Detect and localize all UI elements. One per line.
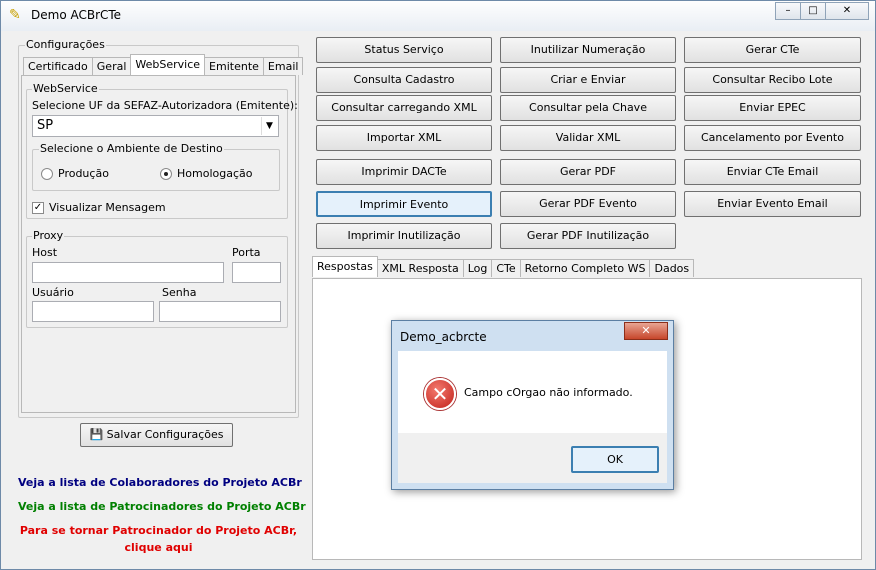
- uf-select-value: SP: [37, 118, 54, 133]
- visualizar-checkbox[interactable]: ✓: [32, 202, 44, 214]
- close-button[interactable]: ✕: [825, 2, 869, 20]
- action-button-col3-2[interactable]: Enviar EPEC: [684, 95, 861, 121]
- proxy-group-title: Proxy: [32, 229, 65, 242]
- tornar-patrocinador-link-1[interactable]: Para se tornar Patrocinador do Projeto A…: [18, 524, 299, 537]
- ambiente-group-title: Selecione o Ambiente de Destino: [39, 142, 224, 155]
- title-bar[interactable]: ✎ Demo ACBrCTe – □ ✕: [1, 1, 875, 31]
- save-config-button[interactable]: 💾 Salvar Configurações: [80, 423, 233, 447]
- config-group-title: Configurações: [25, 38, 106, 51]
- config-tabs: Certificado Geral WebService Emitente Em…: [23, 54, 304, 75]
- tab-email[interactable]: Email: [262, 57, 304, 75]
- usuario-input[interactable]: [32, 301, 154, 322]
- colaboradores-link[interactable]: Veja a lista de Colaboradores do Projeto…: [18, 476, 302, 489]
- result-tab-1[interactable]: XML Resposta: [376, 259, 464, 277]
- action-button-col1-1[interactable]: Consulta Cadastro: [316, 67, 492, 93]
- homologacao-label[interactable]: Homologação: [177, 167, 252, 180]
- action-button-col3-1[interactable]: Consultar Recibo Lote: [684, 67, 861, 93]
- chevron-down-icon[interactable]: ▼: [261, 117, 277, 135]
- action-button-col2-4[interactable]: Gerar PDF: [500, 159, 676, 185]
- action-button-col3-5[interactable]: Enviar Evento Email: [684, 191, 861, 217]
- result-tabs: Respostas XML Resposta Log CTe Retorno Compl…: [312, 256, 695, 277]
- senha-label: Senha: [162, 286, 197, 299]
- dialog-title: Demo_acbrcte: [400, 330, 487, 344]
- action-button-col1-2[interactable]: Consultar carregando XML: [316, 95, 492, 121]
- homologacao-radio[interactable]: [160, 168, 172, 180]
- save-config-label: Salvar Configurações: [106, 428, 224, 441]
- result-tab-0[interactable]: Respostas: [312, 256, 378, 277]
- action-button-col1-4[interactable]: Imprimir DACTe: [316, 159, 492, 185]
- senha-input[interactable]: [159, 301, 281, 322]
- producao-label[interactable]: Produção: [58, 167, 109, 180]
- action-button-col1-0[interactable]: Status Serviço: [316, 37, 492, 63]
- producao-radio[interactable]: [41, 168, 53, 180]
- action-button-col1-3[interactable]: Importar XML: [316, 125, 492, 151]
- window-title: Demo ACBrCTe: [31, 8, 122, 22]
- error-icon: ✕: [424, 378, 456, 410]
- usuario-label: Usuário: [32, 286, 74, 299]
- dialog-footer: OK: [398, 433, 667, 483]
- patrocinadores-link[interactable]: Veja a lista de Patrocinadores do Projet…: [18, 500, 306, 513]
- result-tab-5[interactable]: Dados: [649, 259, 695, 277]
- action-button-col3-0[interactable]: Gerar CTe: [684, 37, 861, 63]
- app-icon: ✎: [9, 7, 21, 23]
- action-button-col2-3[interactable]: Validar XML: [500, 125, 676, 151]
- floppy-icon: 💾: [89, 428, 104, 441]
- ok-button[interactable]: OK: [571, 446, 659, 473]
- action-button-col2-5[interactable]: Gerar PDF Evento: [500, 191, 676, 217]
- action-button-col1-5[interactable]: Imprimir Evento: [316, 191, 492, 217]
- host-label: Host: [32, 246, 58, 259]
- result-tab-4[interactable]: Retorno Completo WS: [519, 259, 651, 277]
- minimize-button[interactable]: –: [775, 2, 801, 20]
- maximize-button[interactable]: □: [800, 2, 826, 20]
- error-dialog: Demo_acbrcte ✕ ✕ Campo cOrgao não inform…: [391, 320, 674, 490]
- dialog-body: ✕ Campo cOrgao não informado.: [398, 351, 667, 433]
- result-tab-3[interactable]: CTe: [491, 259, 521, 277]
- porta-input[interactable]: [232, 262, 281, 283]
- action-button-col2-0[interactable]: Inutilizar Numeração: [500, 37, 676, 63]
- action-button-col2-1[interactable]: Criar e Enviar: [500, 67, 676, 93]
- webservice-group-title: WebService: [32, 82, 99, 95]
- tab-certificado[interactable]: Certificado: [23, 57, 93, 75]
- action-button-col1-6[interactable]: Imprimir Inutilização: [316, 223, 492, 249]
- host-input[interactable]: [32, 262, 224, 283]
- tornar-patrocinador-link-2[interactable]: clique aqui: [18, 541, 299, 554]
- tab-emitente[interactable]: Emitente: [204, 57, 264, 75]
- porta-label: Porta: [232, 246, 261, 259]
- action-button-col3-4[interactable]: Enviar CTe Email: [684, 159, 861, 185]
- action-button-col3-3[interactable]: Cancelamento por Evento: [684, 125, 861, 151]
- uf-label: Selecione UF da SEFAZ-Autorizadora (Emit…: [32, 99, 298, 112]
- visualizar-label[interactable]: Visualizar Mensagem: [49, 201, 166, 214]
- action-button-col2-2[interactable]: Consultar pela Chave: [500, 95, 676, 121]
- uf-select[interactable]: SP ▼: [32, 115, 279, 137]
- result-tab-2[interactable]: Log: [462, 259, 493, 277]
- dialog-message: Campo cOrgao não informado.: [464, 386, 633, 399]
- dialog-close-button[interactable]: ✕: [624, 322, 668, 340]
- tab-geral[interactable]: Geral: [91, 57, 132, 75]
- action-button-col2-6[interactable]: Gerar PDF Inutilização: [500, 223, 676, 249]
- tab-webservice[interactable]: WebService: [130, 54, 206, 75]
